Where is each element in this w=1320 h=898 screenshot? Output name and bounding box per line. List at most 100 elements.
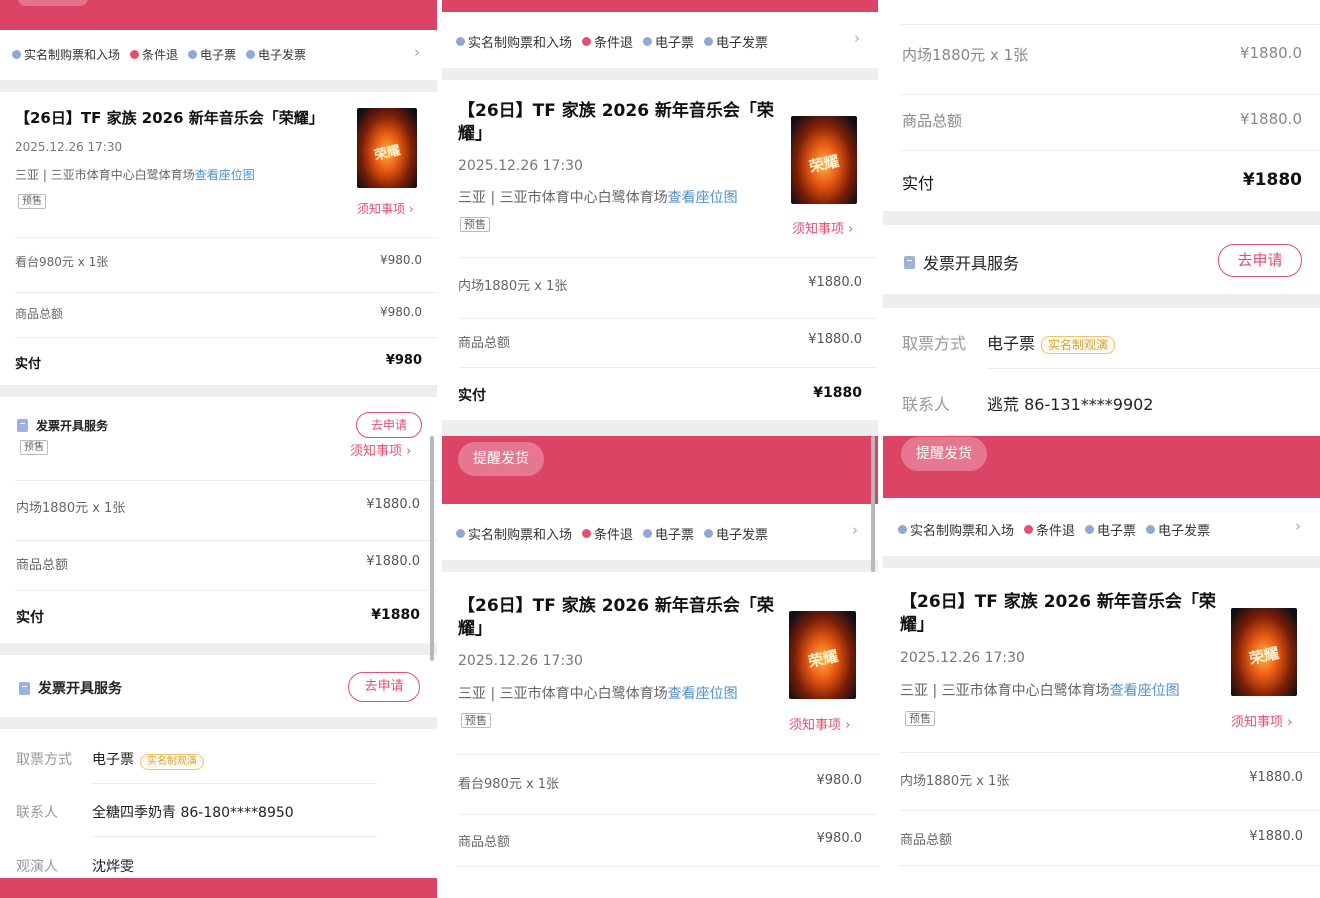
ticket-tags[interactable]: 实名制购票和入场 条件退 电子票 电子发票	[456, 524, 778, 543]
event-date: 2025.12.26 17:30	[458, 158, 583, 174]
paid-value: ¥980	[385, 353, 422, 368]
header-band	[442, 0, 878, 12]
seat-map-link[interactable]: 查看座位图	[668, 190, 738, 206]
order-panel-3: 内场1880元 x 1张 ¥1880.0 商品总额 ¥1880.0 实付 ¥18…	[883, 0, 1320, 898]
tag-einvoice: 电子发票	[246, 46, 306, 63]
scrollbar[interactable]	[430, 436, 434, 661]
check-icon	[898, 525, 907, 534]
event-poster[interactable]: 荣耀	[791, 116, 857, 204]
item-price: ¥980.0	[380, 253, 422, 267]
presale-badge: 预售	[460, 217, 490, 232]
remind-button-partial[interactable]	[18, 0, 88, 6]
notice-link[interactable]: 须知事项 ›	[357, 200, 414, 217]
paid-label: 实付	[16, 610, 44, 626]
ticket-tags[interactable]: 实名制购票和入场 条件退 电子票 电子发票	[12, 46, 316, 63]
info-icon	[1024, 525, 1034, 534]
order-panel-2: 实名制购票和入场 条件退 电子票 电子发票 › 【26日】TF 家族 2026 …	[442, 0, 878, 898]
event-venue: 三亚 | 三亚市体育中心白鹭体育场查看座位图	[15, 168, 255, 182]
remind-shipping-button[interactable]: 提醒发货	[901, 437, 987, 471]
remind-shipping-button[interactable]: 提醒发货	[458, 442, 544, 476]
event-date: 2025.12.26 17:30	[900, 650, 1025, 666]
event-poster[interactable]: 荣耀	[1231, 608, 1297, 696]
tag-eticket: 电子票	[643, 524, 694, 543]
check-icon	[643, 529, 653, 538]
seat-map-link[interactable]: 查看座位图	[668, 686, 738, 702]
invoice-icon	[17, 419, 28, 432]
event-venue: 三亚 | 三亚市体育中心白鹭体育场查看座位图	[900, 683, 1180, 699]
paid-value: ¥1880	[371, 607, 420, 623]
check-icon	[704, 37, 714, 46]
header-band	[0, 878, 437, 898]
check-icon	[456, 529, 465, 538]
tag-realname: 实名制购票和入场	[12, 46, 120, 63]
info-icon	[582, 529, 592, 538]
paid-value: ¥1880	[813, 385, 862, 401]
chevron-right-icon[interactable]: ›	[854, 29, 860, 47]
notice-link[interactable]: 须知事项 ›	[1231, 711, 1292, 730]
invoice-icon	[19, 681, 30, 695]
check-icon	[188, 50, 198, 59]
chevron-right-icon[interactable]: ›	[1295, 517, 1301, 535]
subtotal-value: ¥980.0	[380, 305, 422, 319]
presale-badge: 预售	[18, 194, 46, 209]
item-label: 内场1880元 x 1张	[902, 46, 1029, 64]
subtotal-label: 商品总额	[16, 558, 69, 573]
item-price: ¥1880.0	[366, 497, 420, 512]
event-poster[interactable]: 荣耀	[789, 611, 856, 699]
apply-invoice-button[interactable]: 去申请	[356, 412, 422, 438]
apply-invoice-button[interactable]: 去申请	[1218, 244, 1302, 277]
event-venue: 三亚 | 三亚市体育中心白鹭体育场查看座位图	[458, 190, 738, 206]
notice-link[interactable]: 须知事项 ›	[789, 714, 850, 733]
invoice-icon	[904, 255, 915, 269]
subtotal-label: 商品总额	[902, 112, 963, 130]
item-price: ¥1880.0	[1249, 770, 1303, 785]
event-title: 【26日】TF 家族 2026 新年音乐会「荣耀」	[15, 109, 324, 127]
chevron-right-icon[interactable]: ›	[852, 521, 858, 539]
item-price: ¥1880.0	[808, 275, 862, 290]
tag-refund: 条件退	[1024, 520, 1075, 539]
subtotal-label: 商品总额	[458, 336, 511, 351]
pickup-label: 取票方式	[902, 334, 967, 353]
scrollbar[interactable]	[871, 436, 875, 572]
paid-label: 实付	[458, 388, 486, 404]
event-venue: 三亚 | 三亚市体育中心白鹭体育场查看座位图	[458, 686, 738, 702]
tag-einvoice: 电子发票	[1146, 520, 1210, 539]
tag-eticket: 电子票	[643, 32, 694, 51]
subtotal-value: ¥980.0	[816, 831, 863, 846]
seat-map-link[interactable]: 查看座位图	[1110, 683, 1180, 699]
tag-realname: 实名制购票和入场	[898, 520, 1014, 539]
notice-link[interactable]: 须知事项 ›	[350, 440, 411, 459]
event-poster[interactable]: 荣耀	[357, 108, 417, 188]
paid-label: 实付	[15, 357, 42, 372]
subtotal-label: 商品总额	[458, 835, 511, 850]
contact-value: 全糖四季奶青 86-180****8950	[92, 805, 294, 821]
chevron-right-icon[interactable]: ›	[414, 43, 420, 61]
presale-badge: 预售	[20, 440, 48, 455]
invoice-service: 发票开具服务	[17, 417, 108, 434]
subtotal-value: ¥1880.0	[366, 554, 420, 569]
item-label: 看台980元 x 1张	[458, 777, 560, 792]
apply-invoice-button[interactable]: 去申请	[348, 672, 420, 702]
subtotal-value: ¥1880.0	[1249, 829, 1303, 844]
ticket-tags[interactable]: 实名制购票和入场 条件退 电子票 电子发票	[456, 32, 778, 51]
check-icon	[1146, 525, 1156, 534]
subtotal-label: 商品总额	[15, 307, 64, 321]
seat-map-link[interactable]: 查看座位图	[195, 168, 255, 182]
order-panel-1: 实名制购票和入场 条件退 电子票 电子发票 › 【26日】TF 家族 2026 …	[0, 0, 437, 898]
realname-tag: 实名制观演	[1041, 336, 1116, 354]
check-icon	[456, 37, 465, 46]
subtotal-value: ¥1880.0	[808, 332, 862, 347]
notice-link[interactable]: 须知事项 ›	[792, 218, 853, 237]
viewer-label: 观演人	[16, 859, 58, 875]
invoice-service: 发票开具服务	[19, 678, 122, 698]
presale-badge: 预售	[461, 713, 491, 728]
realname-tag: 实名制观演	[140, 754, 204, 770]
event-date: 2025.12.26 17:30	[458, 653, 583, 669]
ticket-tags[interactable]: 实名制购票和入场 条件退 电子票 电子发票	[898, 520, 1220, 539]
tag-realname: 实名制购票和入场	[456, 524, 572, 543]
item-price: ¥980.0	[816, 773, 863, 788]
event-title: 【26日】TF 家族 2026 新年音乐会「荣耀」	[458, 596, 774, 639]
tag-einvoice: 电子发票	[704, 524, 768, 543]
item-label: 内场1880元 x 1张	[458, 279, 568, 294]
paid-value: ¥1880	[1242, 170, 1302, 190]
